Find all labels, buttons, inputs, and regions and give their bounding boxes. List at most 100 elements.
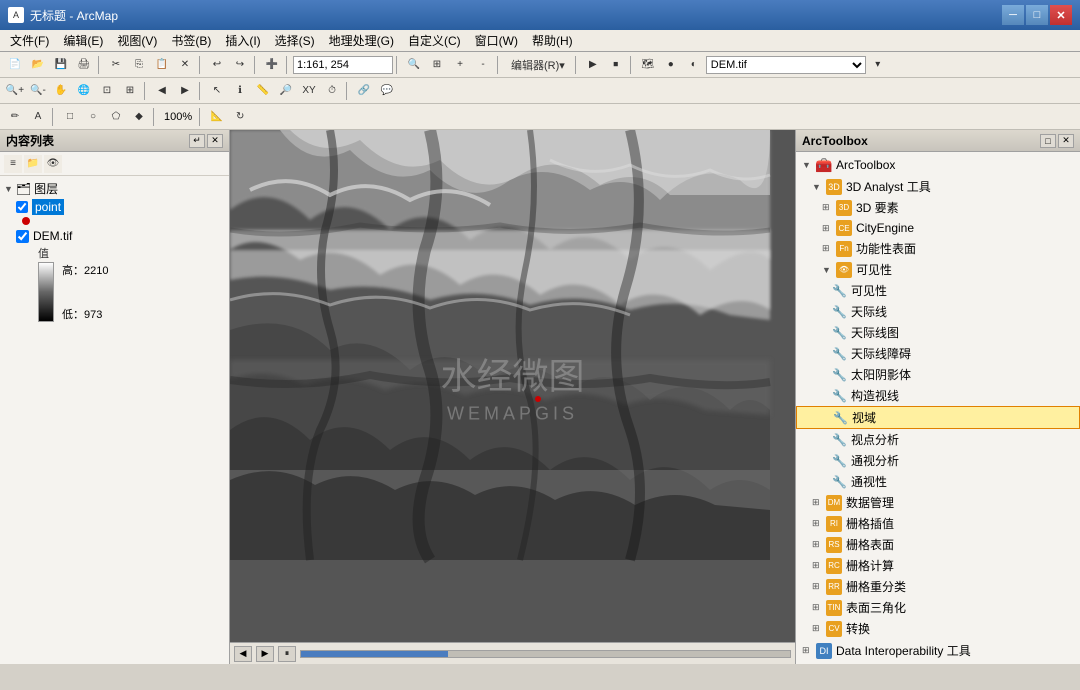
toolbox-data-interoperability[interactable]: ⊞ DI Data Interoperability 工具: [796, 639, 1080, 662]
zoom-button[interactable]: 🔍: [403, 54, 425, 76]
layout-button[interactable]: 📐: [206, 106, 228, 128]
toolbox-root[interactable]: ▼ 🧰 ArcToolbox: [796, 154, 1080, 176]
menu-item-V[interactable]: 视图(V): [111, 30, 163, 51]
print-button[interactable]: 🖨: [73, 54, 95, 76]
zoom-to-full[interactable]: ⊞: [426, 54, 448, 76]
toolbox-raster-reclassify[interactable]: ⊞ RR 栅格重分类: [796, 576, 1080, 597]
zoom-in-btn[interactable]: 🔍+: [4, 80, 26, 102]
more-button[interactable]: ▾: [867, 54, 889, 76]
select-features[interactable]: ↖: [206, 80, 228, 102]
menu-item-I[interactable]: 插入(I): [219, 30, 266, 51]
polygon-tool[interactable]: ⬠: [105, 106, 127, 128]
map-canvas[interactable]: 水经微图 WEMAPGIS: [230, 130, 795, 642]
toolbox-skyline[interactable]: 🔧 天际线: [796, 301, 1080, 322]
go-to-xy[interactable]: XY: [298, 80, 320, 102]
toolbox-raster-surface[interactable]: ⊞ RS 栅格表面: [796, 534, 1080, 555]
toolbox-conversion[interactable]: ⊞ CV 转换: [796, 618, 1080, 639]
toolbox-construct-sightline[interactable]: 🔧 构造视线: [796, 385, 1080, 406]
brightness-button[interactable]: ◐: [683, 54, 705, 76]
pan-button[interactable]: ✋: [50, 80, 72, 102]
toolbox-visibility-tool[interactable]: 🔧 可见性: [796, 280, 1080, 301]
refresh-map-button[interactable]: ▶: [256, 646, 274, 662]
zoom-to-selection[interactable]: ⊞: [119, 80, 141, 102]
menu-item-W[interactable]: 窗口(W): [469, 30, 524, 51]
stop-button[interactable]: ⏹: [605, 54, 627, 76]
toolbox-sun-shadow[interactable]: 🔧 太阳阴影体: [796, 364, 1080, 385]
redo-button[interactable]: ↪: [229, 54, 251, 76]
circle-tool[interactable]: ○: [82, 106, 104, 128]
zoom-out-btn[interactable]: 🔍-: [27, 80, 49, 102]
layer-point-checkbox[interactable]: [16, 201, 28, 213]
toolbox-viewpoint-analysis[interactable]: 🔧 视点分析: [796, 429, 1080, 450]
new-button[interactable]: 📄: [4, 54, 26, 76]
zoom-out[interactable]: -: [472, 54, 494, 76]
toc-list-by-visibility[interactable]: 👁: [44, 155, 62, 173]
toolbox-close-button[interactable]: ✕: [1058, 134, 1074, 148]
editor-dropdown[interactable]: 编辑器(R)▾: [504, 54, 572, 76]
toolbox-intervisibility[interactable]: 🔧 通视性: [796, 471, 1080, 492]
layer-dem-checkbox[interactable]: [16, 230, 29, 243]
toolbox-data-management[interactable]: ⊞ DM 数据管理: [796, 492, 1080, 513]
menu-item-C[interactable]: 自定义(C): [402, 30, 467, 51]
text-button[interactable]: A: [27, 106, 49, 128]
time-slider[interactable]: ⏱: [321, 80, 343, 102]
menu-item-B[interactable]: 书签(B): [165, 30, 217, 51]
copy-button[interactable]: ⎘: [128, 54, 150, 76]
menu-item-G[interactable]: 地理处理(G): [323, 30, 400, 51]
minimize-button[interactable]: ─: [1002, 5, 1024, 25]
measure-button[interactable]: 📏: [252, 80, 274, 102]
toolbox-cityengine[interactable]: ⊞ CE CityEngine: [796, 218, 1080, 238]
menu-item-F[interactable]: 文件(F): [4, 30, 55, 51]
zoom-in[interactable]: +: [449, 54, 471, 76]
html-popup[interactable]: 💬: [376, 80, 398, 102]
layer-select[interactable]: DEM.tif: [706, 56, 866, 74]
menu-item-S[interactable]: 选择(S): [269, 30, 321, 51]
toolbox-undock-button[interactable]: □: [1040, 134, 1056, 148]
paste-button[interactable]: 📋: [151, 54, 173, 76]
toolbox-visibility[interactable]: ▼ 👁 可见性: [796, 259, 1080, 280]
prev-page-button[interactable]: ◀: [234, 646, 252, 662]
cut-button[interactable]: ✂: [105, 54, 127, 76]
play-button[interactable]: ▶: [582, 54, 604, 76]
find-button[interactable]: 🔎: [275, 80, 297, 102]
toolbox-functional-surface[interactable]: ⊞ Fn 功能性表面: [796, 238, 1080, 259]
menu-item-H[interactable]: 帮助(H): [526, 30, 579, 51]
toolbox-viewshed[interactable]: 🔧 视域: [796, 406, 1080, 429]
symbology-button[interactable]: ●: [660, 54, 682, 76]
marker-tool[interactable]: ◆: [128, 106, 150, 128]
hyperlink-button[interactable]: 🔗: [353, 80, 375, 102]
layer-toggle[interactable]: 🗺: [637, 54, 659, 76]
toolbox-skyline-diagram[interactable]: 🔧 天际线图: [796, 322, 1080, 343]
identify-button[interactable]: ℹ: [229, 80, 251, 102]
toolbox-skyline-barrier[interactable]: 🔧 天际线障碍: [796, 343, 1080, 364]
rectangle-tool[interactable]: □: [59, 106, 81, 128]
toolbox-raster-calc[interactable]: ⊞ RC 栅格计算: [796, 555, 1080, 576]
toolbox-tin[interactable]: ⊞ TIN 表面三角化: [796, 597, 1080, 618]
toc-list-by-source[interactable]: 📁: [24, 155, 42, 173]
toolbox-3d-elements[interactable]: ⊞ 3D 3D 要素: [796, 197, 1080, 218]
toc-pin-button[interactable]: ↵: [189, 134, 205, 148]
toolbox-geostatistical[interactable]: ⊞ GA Geostatistical Analyst 工具: [796, 662, 1080, 664]
close-button[interactable]: ✕: [1050, 5, 1072, 25]
next-extent[interactable]: ▶: [174, 80, 196, 102]
draw-button[interactable]: ✏: [4, 106, 26, 128]
refresh-button[interactable]: ↻: [229, 106, 251, 128]
toolbox-3d-analyst[interactable]: ▼ 3D 3D Analyst 工具: [796, 176, 1080, 197]
toc-list-by-drawing-order[interactable]: ≡: [4, 155, 22, 173]
open-button[interactable]: 📂: [27, 54, 49, 76]
maximize-button[interactable]: □: [1026, 5, 1048, 25]
prev-extent[interactable]: ◀: [151, 80, 173, 102]
undo-button[interactable]: ↩: [206, 54, 228, 76]
toc-group-header[interactable]: ▼ 🗂 图层: [4, 180, 225, 197]
pause-map-button[interactable]: ⏸: [278, 646, 296, 662]
save-button[interactable]: 💾: [50, 54, 72, 76]
toc-close-button[interactable]: ✕: [207, 134, 223, 148]
full-extent[interactable]: 🌐: [73, 80, 95, 102]
toolbox-line-of-sight[interactable]: 🔧 通视分析: [796, 450, 1080, 471]
delete-button[interactable]: ✕: [174, 54, 196, 76]
menu-item-E[interactable]: 编辑(E): [57, 30, 109, 51]
toolbox-raster-interpolation[interactable]: ⊞ RI 栅格插值: [796, 513, 1080, 534]
scale-input[interactable]: [293, 56, 393, 74]
zoom-to-layer[interactable]: ⊡: [96, 80, 118, 102]
add-data-button[interactable]: ➕: [261, 54, 283, 76]
